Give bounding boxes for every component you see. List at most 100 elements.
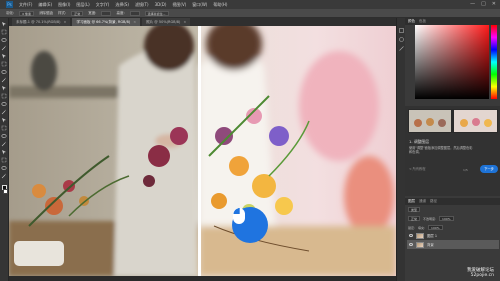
dodge-tool-icon[interactable]: [1, 125, 7, 131]
gradient-tool-icon[interactable]: [1, 109, 7, 115]
tab-layers[interactable]: 图层: [408, 199, 415, 204]
menu-window[interactable]: 窗口(W): [192, 2, 207, 8]
layer-row-1[interactable]: 图层 1: [407, 231, 499, 240]
lasso-tool-icon[interactable]: [1, 37, 7, 43]
tutorial-page-indicator: 1/5: [463, 168, 468, 172]
photoshop-logo: Ps: [6, 1, 13, 8]
tab-color[interactable]: 颜色: [408, 19, 415, 24]
document-canvas[interactable]: [9, 26, 396, 276]
magic-wand-icon[interactable]: [1, 45, 7, 51]
zoom-tool-icon[interactable]: [1, 173, 7, 179]
height-label: 高度:: [116, 10, 125, 15]
status-bar: [9, 276, 396, 281]
fill-label: 填充:: [418, 225, 426, 230]
tab-swatches[interactable]: 色板: [419, 19, 426, 24]
close-icon[interactable]: ×: [64, 18, 67, 26]
select-mask-button[interactable]: 选择并遮住...: [144, 10, 169, 16]
feather-input[interactable]: 0 像素: [19, 10, 35, 16]
pen-tool-icon[interactable]: [1, 133, 7, 139]
menu-type[interactable]: 文字(Y): [96, 2, 110, 8]
eye-icon[interactable]: [409, 234, 413, 237]
close-icon[interactable]: ×: [183, 18, 186, 26]
eraser-tool-icon[interactable]: [1, 101, 7, 107]
layer-kind-filter[interactable]: 类型: [408, 207, 421, 212]
document-tabs: 未标题-1 @ 70.1%(RGB/8) × 学习面板 @ 66.7%(背景, R…: [9, 18, 396, 26]
comparison-handle[interactable]: [232, 207, 268, 243]
layers-panel-tabs: 图层 通道 路径: [405, 198, 500, 205]
marquee-tool-icon[interactable]: [1, 29, 7, 35]
panel-main: 颜色 色板 1. 调整图层 使用"调整"面板添加调整图层，然后调整色彩和色调。 …: [405, 18, 500, 281]
style-label: 样式:: [58, 10, 67, 15]
menu-help[interactable]: 帮助(H): [213, 2, 227, 8]
layer-filter-row: 类型: [405, 205, 500, 214]
menu-3d[interactable]: 3D(D): [155, 2, 167, 7]
adjustments-icon[interactable]: [398, 46, 404, 51]
menu-view[interactable]: 视图(V): [172, 2, 186, 8]
tab-label: 未标题-1 @ 70.1%(RGB/8): [16, 20, 61, 24]
layer-name: 背景: [427, 243, 434, 247]
tab-label: 学习面板 @ 66.7%(背景, RGB/8): [76, 20, 131, 24]
layer-row-background[interactable]: 背景: [407, 240, 499, 249]
antialias-checkbox[interactable]: 消除锯齿: [39, 11, 53, 16]
right-panels: 颜色 色板 1. 调整图层 使用"调整"面板添加调整图层，然后调整色彩和色调。 …: [396, 18, 500, 281]
watermark-line-2: 52pojie.cn: [470, 273, 494, 278]
tutorial-thumbnails: [408, 109, 498, 133]
layer-name: 图层 1: [427, 234, 438, 238]
tab-document-1[interactable]: 未标题-1 @ 70.1%(RGB/8) ×: [12, 18, 71, 26]
blend-mode-select[interactable]: 正常: [408, 216, 421, 221]
close-icon[interactable]: ×: [133, 18, 136, 26]
menu-file[interactable]: 文件(F): [19, 2, 32, 8]
move-tool-icon[interactable]: [1, 21, 7, 27]
tab-paths[interactable]: 路径: [430, 199, 437, 204]
hue-slider[interactable]: [491, 25, 497, 99]
tab-document-3[interactable]: 照片 @ 50%(RGB/8) ×: [142, 18, 191, 26]
options-bar: 羽化: 0 像素 消除锯齿 样式: 正常 宽度: 高度: 选择并遮住...: [0, 9, 500, 18]
tab-channels[interactable]: 通道: [419, 199, 426, 204]
layer-thumbnail: [416, 241, 424, 248]
fill-input[interactable]: 100%: [428, 225, 443, 230]
history-icon[interactable]: [398, 28, 404, 33]
window-controls: — □ ✕: [470, 1, 496, 7]
menu-layer[interactable]: 图层(L): [76, 2, 89, 8]
comparison-divider[interactable]: [198, 26, 201, 276]
menu-select[interactable]: 选择(S): [115, 2, 129, 8]
close-button[interactable]: ✕: [492, 1, 496, 7]
crop-tool-icon[interactable]: [1, 53, 7, 59]
tutorial-description: 使用"调整"面板添加调整图层，然后调整色彩和色调。: [409, 146, 473, 155]
mouse-icon: [233, 208, 245, 224]
tutorial-title: 1. 调整图层: [409, 139, 429, 145]
type-tool-icon[interactable]: [1, 141, 7, 147]
watermark: 我爱破解论坛 52pojie.cn: [467, 268, 494, 278]
tab-document-2[interactable]: 学习面板 @ 66.7%(背景, RGB/8) ×: [72, 18, 141, 26]
shape-tool-icon[interactable]: [1, 157, 7, 163]
all-tutorials-link[interactable]: < 所有教程: [409, 166, 425, 171]
eye-icon[interactable]: [409, 243, 413, 246]
brush-tool-icon[interactable]: [1, 77, 7, 83]
learn-panel: 1. 调整图层 使用"调整"面板添加调整图层，然后调整色彩和色调。 < 所有教程…: [405, 106, 500, 196]
canvas-image: [9, 26, 396, 276]
background-color-swatch[interactable]: [3, 189, 8, 194]
healing-brush-icon[interactable]: [1, 69, 7, 75]
color-picker-field[interactable]: [415, 25, 489, 99]
path-select-icon[interactable]: [1, 149, 7, 155]
height-input[interactable]: [129, 10, 140, 16]
properties-icon[interactable]: [398, 37, 404, 42]
clone-stamp-icon[interactable]: [1, 85, 7, 91]
maximize-button[interactable]: □: [481, 1, 486, 7]
blur-tool-icon[interactable]: [1, 117, 7, 123]
tab-label: 照片 @ 50%(RGB/8): [146, 20, 181, 24]
opacity-label: 不透明度:: [423, 216, 437, 221]
menu-filter[interactable]: 滤镜(T): [135, 2, 149, 8]
eyedropper-icon[interactable]: [1, 61, 7, 67]
panel-icon-column: [397, 18, 405, 281]
width-input[interactable]: [101, 10, 112, 16]
style-select[interactable]: 正常: [71, 10, 84, 16]
next-button[interactable]: 下一步: [480, 165, 498, 173]
history-brush-icon[interactable]: [1, 93, 7, 99]
hand-tool-icon[interactable]: [1, 165, 7, 171]
feather-label: 羽化:: [6, 10, 15, 15]
minimize-button[interactable]: —: [470, 1, 475, 7]
menu-edit[interactable]: 编辑(E): [38, 2, 52, 8]
opacity-input[interactable]: 100%: [439, 216, 454, 221]
menu-image[interactable]: 图像(I): [58, 2, 70, 8]
